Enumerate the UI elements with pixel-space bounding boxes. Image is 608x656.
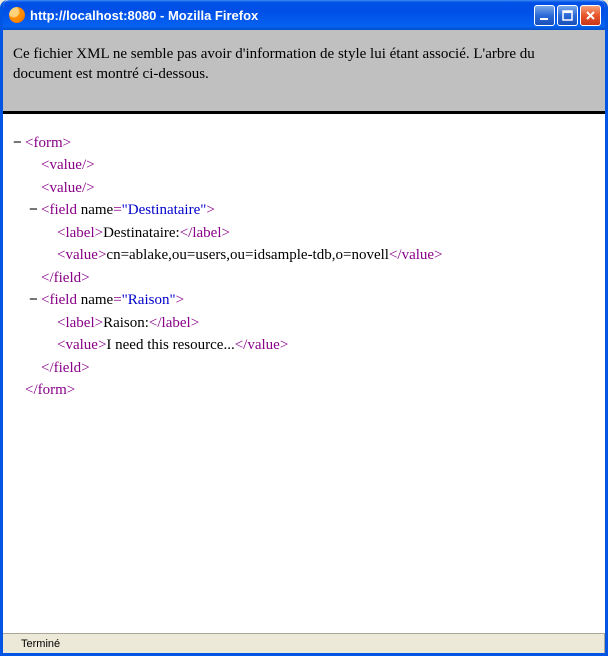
xml-node: − <field name="Raison"> <label>Raison:</… xyxy=(41,289,599,379)
xml-tree-viewer: − <form> <value/> <value/> − <field name… xyxy=(3,114,605,634)
xml-style-notice: Ce fichier XML ne semble pas avoir d'inf… xyxy=(3,30,605,114)
text-content: Raison: xyxy=(103,315,149,331)
xml-root-node: − <form> <value/> <value/> − <field name… xyxy=(25,132,599,402)
tag-close: </field> xyxy=(41,360,90,376)
text-content: I need this resource... xyxy=(106,337,234,353)
attr-name: name xyxy=(81,202,113,218)
tag-open: <form> xyxy=(25,135,71,151)
tag-close: </value> xyxy=(235,337,289,353)
window-controls xyxy=(534,5,601,26)
tag-open-end: > xyxy=(176,292,184,308)
tag-open: <label> xyxy=(57,225,103,241)
status-text: Terminé xyxy=(3,634,605,653)
tag-close: </field> xyxy=(41,270,90,286)
tag-close: </form> xyxy=(25,382,75,398)
tag-open-end: > xyxy=(206,202,214,218)
text-content: cn=ablake,ou=users,ou=idsample-tdb,o=nov… xyxy=(106,247,389,263)
tag-open: <value> xyxy=(57,337,106,353)
tag-close: </label> xyxy=(149,315,199,331)
collapse-toggle[interactable]: − xyxy=(29,289,38,312)
text-content: Destinataire: xyxy=(103,225,180,241)
xml-node: <value/> xyxy=(41,154,599,177)
attr-name: name xyxy=(81,292,113,308)
tag-open-part: <field xyxy=(41,202,81,218)
collapse-toggle[interactable]: − xyxy=(29,199,38,222)
tag-open: <value> xyxy=(57,247,106,263)
attr-value: "Destinataire" xyxy=(122,202,207,218)
xml-node: <value>I need this resource...</value> xyxy=(57,334,599,357)
collapse-toggle[interactable]: − xyxy=(13,132,22,155)
tag-selfclose: <value/> xyxy=(41,157,95,173)
xml-node: <label>Raison:</label> xyxy=(57,312,599,335)
maximize-button[interactable] xyxy=(557,5,578,26)
xml-node: <value>cn=ablake,ou=users,ou=idsample-td… xyxy=(57,244,599,267)
attr-value: "Raison" xyxy=(122,292,176,308)
minimize-button[interactable] xyxy=(534,5,555,26)
tag-open-part: <field xyxy=(41,292,81,308)
tag-open: <label> xyxy=(57,315,103,331)
statusbar: Terminé xyxy=(3,633,605,653)
tag-close: </label> xyxy=(180,225,230,241)
browser-window: http://localhost:8080 - Mozilla Firefox … xyxy=(0,0,608,656)
xml-node: <value/> xyxy=(41,177,599,200)
window-title: http://localhost:8080 - Mozilla Firefox xyxy=(30,8,534,23)
tag-selfclose: <value/> xyxy=(41,180,95,196)
tag-close: </value> xyxy=(389,247,443,263)
xml-node: <label>Destinataire:</label> xyxy=(57,222,599,245)
titlebar[interactable]: http://localhost:8080 - Mozilla Firefox xyxy=(3,0,605,30)
xml-node: − <field name="Destinataire"> <label>Des… xyxy=(41,199,599,289)
firefox-icon xyxy=(9,7,25,23)
close-button[interactable] xyxy=(580,5,601,26)
